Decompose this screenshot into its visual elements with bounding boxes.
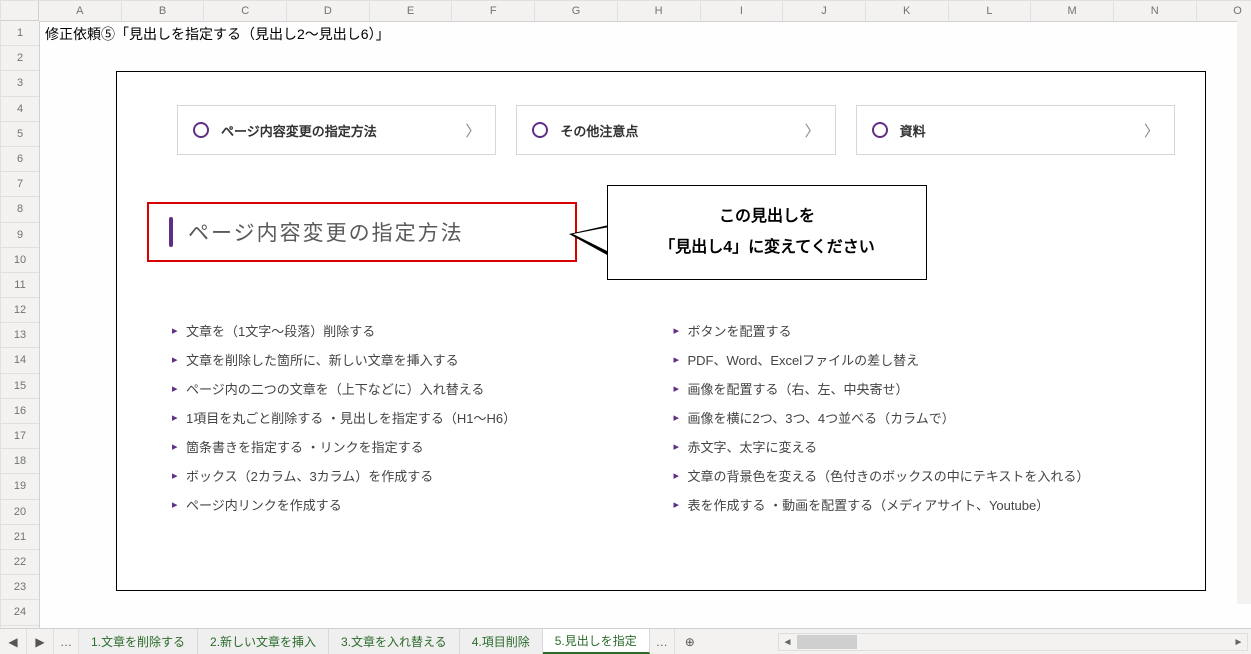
column-header-A[interactable]: A [39, 1, 122, 21]
chevron-right-icon: 〉 [465, 120, 480, 141]
row-header-21[interactable]: 21 [1, 525, 39, 550]
horizontal-scrollbar[interactable]: ◄ ► [778, 633, 1248, 651]
spreadsheet-grid[interactable]: ABCDEFGHIJKLMNO 123456789101112131415161… [0, 0, 1251, 629]
row-header-11[interactable]: 11 [1, 273, 39, 298]
list-item[interactable]: 画像を横に2つ、3つ、4つ並べる（カラムで） [674, 404, 1176, 433]
circle-icon [872, 122, 888, 138]
hscroll-right-button[interactable]: ► [1230, 634, 1247, 650]
column-header-K[interactable]: K [866, 1, 949, 21]
select-all-corner[interactable] [1, 1, 39, 21]
row-header-3[interactable]: 3 [1, 71, 39, 96]
callout-pointer [573, 227, 609, 252]
sheet-tab-2[interactable]: 2.新しい文章を挿入 [198, 629, 329, 654]
vertical-scrollbar[interactable] [1237, 21, 1251, 604]
row-header-14[interactable]: 14 [1, 348, 39, 373]
heading-accent-bar [169, 217, 173, 247]
nav-card-1[interactable]: その他注意点 〉 [516, 105, 835, 155]
row-header-13[interactable]: 13 [1, 323, 39, 348]
list-item[interactable]: ボックス（2カラム、3カラム）を作成する [172, 462, 674, 491]
callout-line2: 「見出し4」に変えてください [659, 233, 875, 263]
column-header-J[interactable]: J [783, 1, 866, 21]
column-header-G[interactable]: G [535, 1, 618, 21]
circle-icon [532, 122, 548, 138]
list-item[interactable]: PDF、Word、Excelファイルの差し替え [674, 346, 1176, 375]
tab-overflow-left[interactable]: … [54, 629, 79, 654]
nav-cards: ページ内容変更の指定方法 〉 その他注意点 〉 資料 〉 [177, 105, 1175, 155]
column-header-O[interactable]: O [1197, 1, 1251, 21]
column-header-E[interactable]: E [370, 1, 453, 21]
row-header-4[interactable]: 4 [1, 97, 39, 122]
row-header-10[interactable]: 10 [1, 248, 39, 273]
row-header-23[interactable]: 23 [1, 575, 39, 600]
column-header-H[interactable]: H [618, 1, 701, 21]
list-item[interactable]: 表を作成する ・動画を配置する（メディアサイト、Youtube） [674, 491, 1176, 520]
tab-nav-next[interactable]: ▶ [27, 629, 54, 654]
row-header-6[interactable]: 6 [1, 147, 39, 172]
row-header-16[interactable]: 16 [1, 399, 39, 424]
row-header-5[interactable]: 5 [1, 122, 39, 147]
list-item[interactable]: 文章の背景色を変える（色付きのボックスの中にテキストを入れる） [674, 462, 1176, 491]
list-item[interactable]: 文章を削除した箇所に、新しい文章を挿入する [172, 346, 674, 375]
heading-text: ページ内容変更の指定方法 [188, 217, 464, 247]
nav-card-label: 資料 [900, 121, 926, 140]
column-headers[interactable]: ABCDEFGHIJKLMNO [39, 1, 1251, 22]
row-header-9[interactable]: 9 [1, 223, 39, 248]
callout-line1: この見出しを [719, 202, 815, 232]
chevron-right-icon: 〉 [1144, 120, 1159, 141]
hscroll-thumb[interactable] [797, 635, 857, 649]
column-header-D[interactable]: D [287, 1, 370, 21]
row-header-22[interactable]: 22 [1, 550, 39, 575]
hscroll-left-button[interactable]: ◄ [779, 634, 796, 650]
column-header-M[interactable]: M [1031, 1, 1114, 21]
row-header-1[interactable]: 1 [1, 21, 39, 46]
heading-highlight-box: ページ内容変更の指定方法 [147, 202, 577, 262]
row-headers[interactable]: 123456789101112131415161718192021222324 [1, 21, 40, 629]
list-item[interactable]: 箇条書きを指定する ・リンクを指定する [172, 433, 674, 462]
list-item[interactable]: ボタンを配置する [674, 317, 1176, 346]
column-header-N[interactable]: N [1114, 1, 1197, 21]
row-header-17[interactable]: 17 [1, 424, 39, 449]
sheet-tab-5[interactable]: 5.見出しを指定 [543, 629, 650, 654]
cell-a1-text: 修正依頼⑤「見出しを指定する（見出し2～見出し6）」 [45, 24, 390, 44]
list-item[interactable]: 文章を（1文字～段落）削除する [172, 317, 674, 346]
sheet-tab-1[interactable]: 1.文章を削除する [79, 629, 198, 654]
row-header-19[interactable]: 19 [1, 474, 39, 499]
row-header-7[interactable]: 7 [1, 172, 39, 197]
nav-card-label: その他注意点 [560, 121, 638, 140]
nav-card-0[interactable]: ページ内容変更の指定方法 〉 [177, 105, 496, 155]
embedded-page: ページ内容変更の指定方法 〉 その他注意点 〉 資料 〉 ページ内容変更の指定方法 この見… [116, 71, 1206, 591]
nav-card-2[interactable]: 資料 〉 [856, 105, 1175, 155]
row-header-15[interactable]: 15 [1, 374, 39, 399]
tab-nav-prev[interactable]: ◀ [0, 629, 27, 654]
add-sheet-button[interactable]: ⊕ [675, 629, 705, 654]
callout-box: この見出しを 「見出し4」に変えてください [607, 185, 927, 280]
row-header-8[interactable]: 8 [1, 197, 39, 222]
column-header-B[interactable]: B [122, 1, 205, 21]
circle-icon [193, 122, 209, 138]
column-header-F[interactable]: F [452, 1, 535, 21]
list-item[interactable]: ページ内の二つの文章を（上下などに）入れ替える [172, 375, 674, 404]
row-header-18[interactable]: 18 [1, 449, 39, 474]
list-left: 文章を（1文字～段落）削除する文章を削除した箇所に、新しい文章を挿入するページ内… [172, 317, 674, 520]
chevron-right-icon: 〉 [805, 120, 820, 141]
nav-card-label: ページ内容変更の指定方法 [221, 121, 377, 140]
column-header-L[interactable]: L [949, 1, 1032, 21]
sheet-tab-3[interactable]: 3.文章を入れ替える [329, 629, 460, 654]
list-item[interactable]: 1項目を丸ごと削除する ・見出しを指定する（H1～H6） [172, 404, 674, 433]
row-header-2[interactable]: 2 [1, 46, 39, 71]
row-header-20[interactable]: 20 [1, 500, 39, 525]
list-item[interactable]: ページ内リンクを作成する [172, 491, 674, 520]
sheet-tab-4[interactable]: 4.項目削除 [460, 629, 543, 654]
bullet-lists: 文章を（1文字～段落）削除する文章を削除した箇所に、新しい文章を挿入するページ内… [172, 317, 1175, 565]
column-header-I[interactable]: I [701, 1, 784, 21]
list-item[interactable]: 画像を配置する（右、左、中央寄せ） [674, 375, 1176, 404]
tab-overflow-right[interactable]: … [650, 629, 675, 654]
row-header-24[interactable]: 24 [1, 600, 39, 625]
list-item[interactable]: 赤文字、太字に変える [674, 433, 1176, 462]
column-header-C[interactable]: C [204, 1, 287, 21]
list-right: ボタンを配置するPDF、Word、Excelファイルの差し替え画像を配置する（右… [674, 317, 1176, 520]
row-header-12[interactable]: 12 [1, 298, 39, 323]
